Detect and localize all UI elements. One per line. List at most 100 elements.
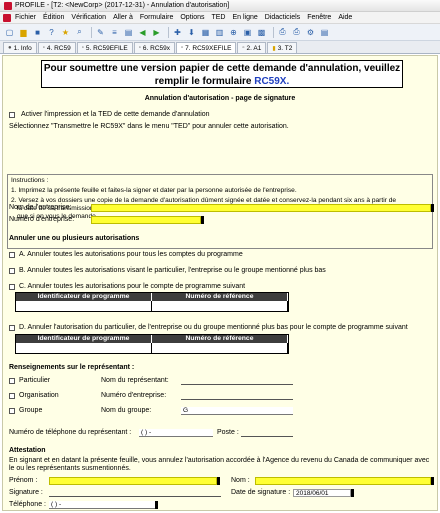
business-name-label: Nom de l'entreprise: xyxy=(9,204,72,211)
phone-field[interactable]: ( ) - xyxy=(49,501,155,509)
first-name-field[interactable] xyxy=(49,477,217,485)
table-row[interactable] xyxy=(16,343,288,353)
menu-formulaire[interactable]: Formulaire xyxy=(140,14,173,21)
menu-en-ligne[interactable]: En ligne xyxy=(232,14,257,21)
app-icon xyxy=(4,1,12,10)
business-number-dropdown[interactable] xyxy=(201,216,204,224)
signature-date-dropdown[interactable] xyxy=(351,489,354,497)
phone-label: Téléphone : xyxy=(9,501,46,508)
signature-date-field[interactable]: 2018/06/01 xyxy=(293,489,351,497)
tab-rc59xefile[interactable]: ▫ 7. RC59XEFILE xyxy=(176,42,237,53)
document-view-icon[interactable]: ▤ xyxy=(319,27,330,38)
first-name-dropdown[interactable] xyxy=(217,477,220,485)
menu-edition[interactable]: Édition xyxy=(43,14,64,21)
table-header: Identificateur de programme Numéro de ré… xyxy=(16,293,288,301)
signature-date-label: Date de signature : xyxy=(231,489,291,496)
reference-number-cell[interactable] xyxy=(152,301,288,311)
help-icon[interactable]: ? xyxy=(46,27,57,38)
info-icon: ● xyxy=(8,45,12,51)
tab-t2[interactable]: ▮ 3. T2 xyxy=(267,42,298,53)
rep-organization-label: Organisation xyxy=(19,392,59,399)
window-title: PROFILE - [T2: <NewCorp> (2017-12-31) - … xyxy=(15,2,230,9)
rep-name-field[interactable] xyxy=(181,377,293,385)
option-b-checkbox[interactable] xyxy=(9,268,15,274)
menu-fichier[interactable]: Fichier xyxy=(15,14,36,21)
rep-group-name-field[interactable]: G xyxy=(181,407,293,415)
title-bar: PROFILE - [T2: <NewCorp> (2017-12-31) - … xyxy=(0,0,440,12)
settings-icon[interactable]: ⚙ xyxy=(305,27,316,38)
activate-label: Activer l'impression et la TED de cette … xyxy=(21,111,210,118)
rc59x-link[interactable]: RC59X. xyxy=(254,76,289,87)
frame-icon[interactable]: ▣ xyxy=(242,27,253,38)
reference-number-cell[interactable] xyxy=(152,343,288,353)
menu-didacticiels[interactable]: Didacticiels xyxy=(265,14,300,21)
rep-organization-checkbox[interactable] xyxy=(9,393,15,399)
rep-individual-label: Particulier xyxy=(19,377,51,384)
rep-phone-label: Numéro de téléphone du représentant : xyxy=(9,429,132,436)
toolbar-separator xyxy=(273,26,274,38)
list-icon[interactable]: ≡ xyxy=(109,27,120,38)
table-row[interactable] xyxy=(16,301,288,311)
chart-icon: ▮ xyxy=(272,45,276,52)
option-c-checkbox[interactable] xyxy=(9,284,15,290)
page-icon: ▫ xyxy=(42,45,45,51)
download-icon[interactable]: ⬇ xyxy=(186,27,197,38)
page-icon: ▫ xyxy=(138,45,141,51)
tab-a1[interactable]: ▫ 2. A1 xyxy=(237,42,267,53)
save-icon[interactable]: ■ xyxy=(32,27,43,38)
tab-info[interactable]: ● 1. Info xyxy=(3,42,37,53)
menu-aide[interactable]: Aide xyxy=(338,14,352,21)
program-id-cell[interactable] xyxy=(16,343,152,353)
rep-individual-checkbox[interactable] xyxy=(9,378,15,384)
page-icon: ▫ xyxy=(181,45,184,51)
business-name-dropdown[interactable] xyxy=(431,204,434,212)
print-icon[interactable]: ⎙ xyxy=(277,27,288,38)
edit-icon[interactable]: ✎ xyxy=(95,27,106,38)
menu-aller-a[interactable]: Aller à xyxy=(113,14,133,21)
business-number-field[interactable] xyxy=(91,216,201,224)
grid-icon[interactable]: ▦ xyxy=(200,27,211,38)
ext-field[interactable] xyxy=(241,429,293,437)
menu-verification[interactable]: Vérification xyxy=(71,14,106,21)
calculator-icon[interactable]: ▩ xyxy=(256,27,267,38)
last-name-label: Nom : xyxy=(231,477,250,484)
rep-phone-field[interactable]: ( ) - xyxy=(139,429,213,437)
trash-icon[interactable]: ▤ xyxy=(123,27,134,38)
search-icon[interactable]: ⌕ xyxy=(74,27,85,38)
tab-rc59x[interactable]: ▫ 6. RC59x xyxy=(133,42,176,53)
select-instruction: Sélectionnez "Transmettre le RC59X" dans… xyxy=(9,123,289,130)
menu-ted[interactable]: TED xyxy=(211,14,225,21)
option-a-checkbox[interactable] xyxy=(9,252,15,258)
phone-dropdown[interactable] xyxy=(155,501,158,509)
option-d-label: D. Annuler l'autorisation du particulier… xyxy=(19,324,408,331)
menu-options[interactable]: Options xyxy=(180,14,204,21)
signature-field[interactable] xyxy=(49,489,221,497)
program-id-cell[interactable] xyxy=(16,301,152,311)
print-preview-icon[interactable]: ⎙ xyxy=(291,27,302,38)
zoom-icon[interactable]: ⊕ xyxy=(228,27,239,38)
new-file-icon[interactable]: ▢ xyxy=(4,27,15,38)
option-a-label: A. Annuler toutes les autorisations pour… xyxy=(19,251,243,258)
star-icon[interactable]: ★ xyxy=(60,27,71,38)
back-arrow-icon[interactable]: ◀ xyxy=(137,27,148,38)
add-icon[interactable]: ✚ xyxy=(172,27,183,38)
tab-rc59efile[interactable]: ▫ 5. RC59EFILE xyxy=(76,42,133,53)
cancel-title: Annuler une ou plusieurs autorisations xyxy=(9,235,140,242)
option-d-checkbox[interactable] xyxy=(9,325,15,331)
last-name-field[interactable] xyxy=(255,477,431,485)
activate-checkbox[interactable] xyxy=(9,112,15,118)
rep-group-name-label: Nom du groupe: xyxy=(101,407,152,414)
menu-fenetre[interactable]: Fenêtre xyxy=(307,14,331,21)
rep-business-number-field[interactable] xyxy=(181,392,293,400)
table-header: Identificateur de programme Numéro de ré… xyxy=(16,335,288,343)
rep-group-checkbox[interactable] xyxy=(9,408,15,414)
business-name-field[interactable] xyxy=(91,204,431,212)
page-icon: ▫ xyxy=(81,45,84,51)
last-name-dropdown[interactable] xyxy=(431,477,434,485)
open-folder-icon[interactable]: ▆ xyxy=(18,27,29,38)
table-icon[interactable]: ▥ xyxy=(214,27,225,38)
page-icon: ▫ xyxy=(242,45,245,51)
document-icon xyxy=(3,13,11,22)
forward-arrow-icon[interactable]: ▶ xyxy=(151,27,162,38)
tab-rc59[interactable]: ▫ 4. RC59 xyxy=(37,42,76,53)
